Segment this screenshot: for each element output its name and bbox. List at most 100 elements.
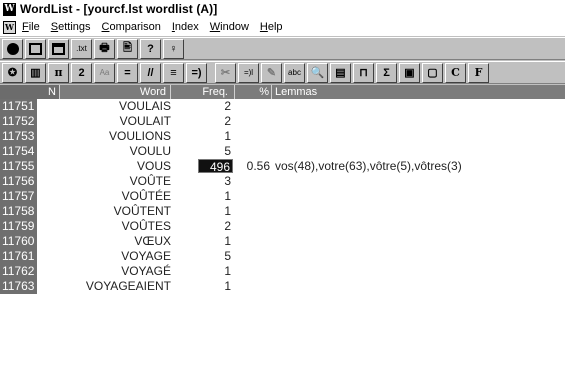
menu-settings[interactable]: Settings: [51, 21, 91, 33]
header-word[interactable]: Word: [61, 85, 171, 99]
table-row[interactable]: 11751 VOULAIS 2: [0, 99, 565, 114]
table-row[interactable]: 11762 VOYAGÉ 1: [0, 264, 565, 279]
window-icon[interactable]: ▣: [399, 62, 420, 83]
percent-cell: [236, 279, 272, 294]
document-system-icon[interactable]: W: [3, 20, 16, 34]
freq-cell: 2: [224, 114, 231, 128]
header-lemmas[interactable]: Lemmas: [273, 85, 565, 99]
row-number: 11758: [0, 204, 37, 219]
table-row[interactable]: 11753 VOULIONS 1: [0, 129, 565, 144]
percent-cell: [236, 129, 272, 144]
table-row-selected[interactable]: 11755 VOUS 496 0.56 vos(48),votre(63),vô…: [0, 159, 565, 174]
row-number: 11751: [0, 99, 37, 114]
pi-icon[interactable]: π: [48, 62, 69, 83]
refresh-icon[interactable]: ✪: [2, 62, 23, 83]
cut-icon[interactable]: ✂: [215, 62, 236, 83]
row-number: 11753: [0, 129, 37, 144]
freq-cell: 3: [224, 174, 231, 188]
table-row[interactable]: 11760 VŒUX 1: [0, 234, 565, 249]
menu-index[interactable]: Index: [172, 21, 199, 33]
freq-cell: 1: [224, 204, 231, 218]
header-freq[interactable]: Freq.: [172, 85, 235, 99]
page-icon[interactable]: ▢: [422, 62, 443, 83]
record-dot-icon[interactable]: [2, 38, 23, 59]
table-row[interactable]: 11754 VOULU 5: [0, 144, 565, 159]
word-cell: VOULIONS: [108, 129, 171, 143]
word-cell: VOYAGE: [121, 249, 171, 263]
percent-cell: [236, 249, 272, 264]
column-headers: N Word Freq. % Lemmas: [0, 85, 565, 99]
save-disk-icon[interactable]: [25, 38, 46, 59]
join-icon[interactable]: =)l: [238, 62, 259, 83]
row-number: 11763: [0, 279, 37, 294]
title-bar[interactable]: W WordList - [yourcf.lst wordlist (A)]: [0, 0, 565, 18]
percent-cell: [236, 234, 272, 249]
menu-file[interactable]: File: [22, 21, 40, 33]
table-row[interactable]: 11761 VOYAGE 5: [0, 249, 565, 264]
word-cell: VOÛTÉE: [121, 189, 171, 203]
row-number: 11754: [0, 144, 37, 159]
save-all-icon[interactable]: [48, 38, 69, 59]
app-icon[interactable]: W: [3, 2, 16, 16]
row-number: 11752: [0, 114, 37, 129]
row-number: 11755: [0, 159, 37, 174]
columns-icon[interactable]: ▥: [25, 62, 46, 83]
edit-icon[interactable]: ✎: [261, 62, 282, 83]
two-icon[interactable]: 2: [71, 62, 92, 83]
window-title: WordList - [yourcf.lst wordlist (A)]: [20, 2, 218, 16]
row-number: 11759: [0, 219, 37, 234]
freq-cell: 1: [224, 129, 231, 143]
sigma-icon[interactable]: Σ: [376, 62, 397, 83]
table-row[interactable]: 11759 VOÛTES 2: [0, 219, 565, 234]
txt-file-icon[interactable]: .txt: [71, 38, 92, 59]
c-icon[interactable]: C: [445, 62, 466, 83]
freq-cell: 1: [224, 234, 231, 248]
wordlist-window: W WordList - [yourcf.lst wordlist (A)] W…: [0, 0, 565, 376]
menu-comparison[interactable]: Comparison: [102, 21, 161, 33]
percent-cell: [236, 189, 272, 204]
header-percent[interactable]: %: [236, 85, 272, 99]
equals-icon[interactable]: =: [117, 62, 138, 83]
font-size-icon[interactable]: Aa: [94, 62, 115, 83]
list-toolbar: ✪ ▥ π 2 Aa = // ≡ =) ✂ =)l ✎ abc 🔍 ▤ ⊓ Σ…: [0, 61, 565, 84]
lemmas-cell: [275, 99, 565, 114]
list-icon[interactable]: ▤: [330, 62, 351, 83]
table-row[interactable]: 11752 VOULAIT 2: [0, 114, 565, 129]
percent-cell: [236, 99, 272, 114]
f-icon[interactable]: F: [468, 62, 489, 83]
table-row[interactable]: 11757 VOÛTÉE 1: [0, 189, 565, 204]
freq-cell: 2: [224, 219, 231, 233]
table-row[interactable]: 11763 VOYAGEAIENT 1: [0, 279, 565, 294]
menu-help[interactable]: Help: [260, 21, 283, 33]
header-n[interactable]: N: [0, 85, 60, 99]
wordlist-grid: 11751 VOULAIS 2 11752 VOULAIT 2 11753 VO…: [0, 99, 565, 376]
menu-window[interactable]: Window: [210, 21, 249, 33]
table-row[interactable]: 11758 VOÛTENT 1: [0, 204, 565, 219]
arrow-lines-icon[interactable]: =): [186, 62, 207, 83]
help-icon[interactable]: ?: [140, 38, 161, 59]
word-cell: VŒUX: [134, 234, 171, 248]
table-row[interactable]: 11756 VOÛTE 3: [0, 174, 565, 189]
slash-icon[interactable]: //: [140, 62, 161, 83]
word-cell: VOUS: [136, 159, 171, 173]
print-icon[interactable]: 🖶: [94, 38, 115, 59]
percent-cell: 0.56: [246, 159, 270, 173]
freq-cell: 2: [224, 99, 231, 113]
lemmas-cell: [275, 279, 565, 294]
percent-cell: [236, 264, 272, 279]
percent-cell: [236, 174, 272, 189]
word-cell: VOYAGÉ: [121, 264, 171, 278]
lemmas-cell: [275, 174, 565, 189]
freq-cell: 5: [224, 144, 231, 158]
lemmas-cell: [275, 129, 565, 144]
lines-icon[interactable]: ≡: [163, 62, 184, 83]
print-preview-icon[interactable]: 🖹: [117, 38, 138, 59]
freq-cell-selected[interactable]: 496: [198, 159, 233, 174]
abc-icon[interactable]: abc: [284, 62, 305, 83]
lightbulb-icon[interactable]: ♀: [163, 38, 184, 59]
search-icon[interactable]: 🔍: [307, 62, 328, 83]
sort-icon[interactable]: ⊓: [353, 62, 374, 83]
freq-cell: 1: [224, 279, 231, 293]
word-cell: VOÛTE: [129, 174, 171, 188]
row-number: 11760: [0, 234, 37, 249]
